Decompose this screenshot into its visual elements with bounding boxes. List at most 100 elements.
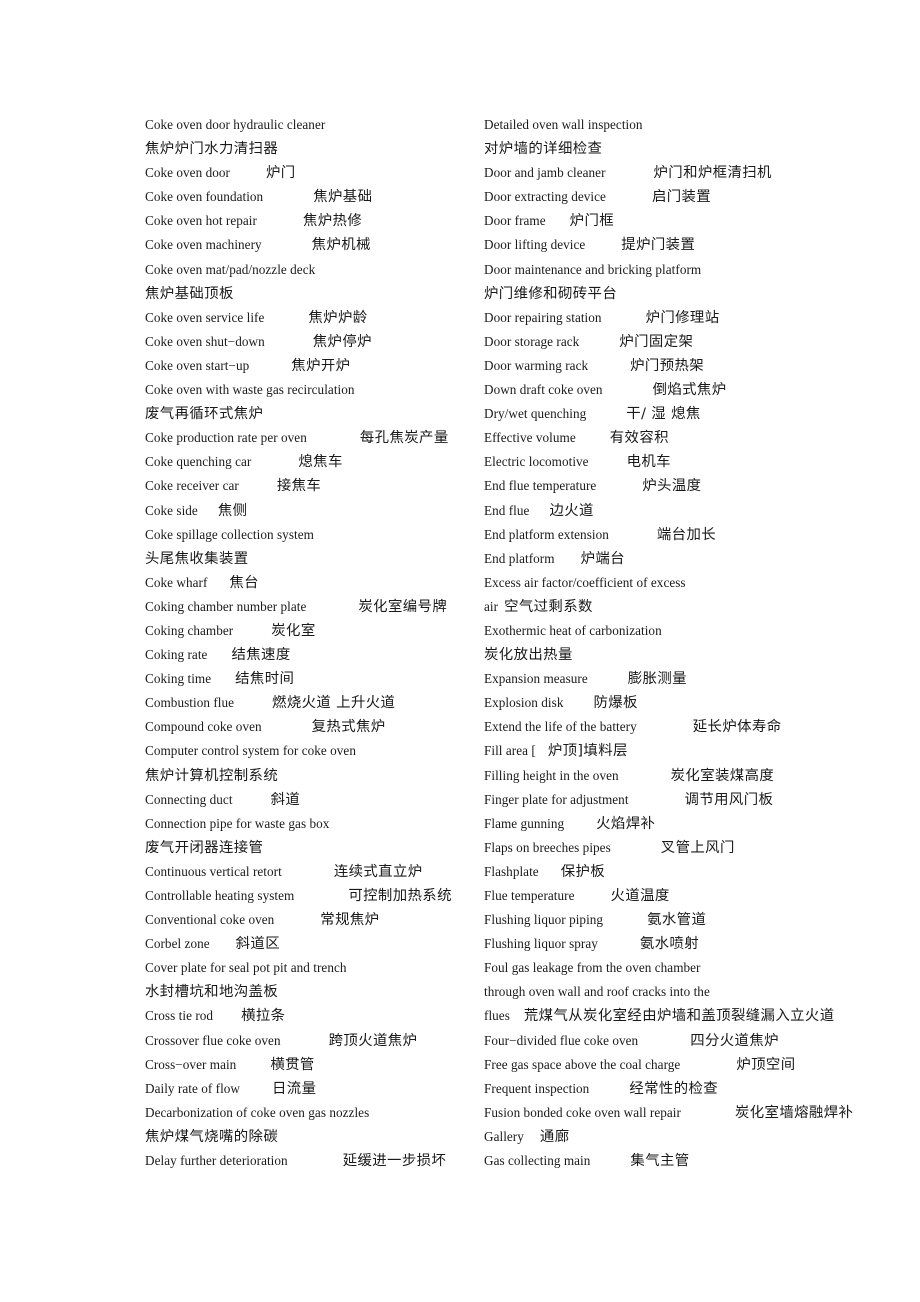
glossary-entry: through oven wall and roof cracks into t…	[484, 980, 920, 1004]
glossary-term-chinese: 复热式焦炉	[311, 719, 386, 736]
glossary-entry: Flue temperature 火道温度	[484, 884, 920, 908]
glossary-term-english: Coke oven door hydraulic cleaner	[145, 117, 326, 132]
glossary-term-chinese: 焦炉机械	[311, 237, 371, 254]
glossary-entry: Coke oven mat/pad/nozzle deck	[145, 258, 475, 282]
glossary-term-chinese: 可控制加热系统	[348, 888, 452, 904]
glossary-term-english: Decarbonization of coke oven gas nozzles	[145, 1104, 370, 1120]
glossary-entry: Door maintenance and bricking platform	[484, 258, 920, 282]
glossary-entry: Computer control system for coke oven	[145, 739, 475, 763]
glossary-term-chinese: 防爆板	[593, 695, 638, 712]
glossary-entry: 焦炉基础顶板	[145, 282, 475, 306]
glossary-term-chinese: 炉门和炉框清扫机	[653, 165, 772, 182]
glossary-term-chinese: 焦炉炉龄	[308, 309, 368, 326]
glossary-term-chinese: 焦炉煤气烧嘴的除碳	[145, 1128, 279, 1145]
glossary-term-english: End flue	[484, 502, 530, 518]
glossary-term-chinese: 炭化室墙熔融焊补	[734, 1104, 854, 1121]
glossary-term-chinese: 焦炉基础	[313, 189, 373, 206]
glossary-term-english: Expansion measure	[484, 671, 588, 687]
glossary-term-english: Down draft coke oven	[484, 382, 603, 398]
glossary-term-english: Controllable heating system	[145, 888, 295, 903]
glossary-term-chinese: 日流量	[272, 1080, 317, 1097]
glossary-entry: Gallery 通廊	[484, 1125, 920, 1149]
glossary-term-english: Door lifting device	[484, 237, 586, 253]
glossary-term-english: Door extracting device	[484, 189, 606, 205]
glossary-term-english: Coke oven hot repair	[145, 213, 257, 229]
glossary-term-chinese: 保护板	[560, 863, 606, 880]
glossary-term-chinese: 端台加长	[656, 526, 717, 543]
glossary-term-chinese: 炉门维修和砌砖平台	[484, 285, 618, 302]
glossary-entry: Coking chamber number plate 炭化室编号牌	[145, 595, 475, 619]
glossary-term-english: Extend the life of the battery	[484, 719, 637, 735]
glossary-term-chinese: 水封槽坑和地沟盖板	[145, 984, 279, 1001]
glossary-term-english: Coking rate	[145, 647, 208, 663]
glossary-term-chinese: 炭化室编号牌	[358, 598, 448, 615]
glossary-term-english: through oven wall and roof cracks into t…	[484, 984, 710, 1000]
glossary-term-chinese: 熄焦车	[298, 454, 343, 471]
glossary-term-english: Coke oven start−up	[145, 357, 250, 373]
glossary-entry: Compound coke oven 复热式焦炉	[145, 715, 475, 739]
glossary-entry: Coke oven hot repair 焦炉热修	[145, 209, 475, 233]
glossary-term-chinese: 废气开闭器连接管	[145, 839, 264, 856]
glossary-term-chinese: 焦炉停炉	[312, 333, 372, 350]
glossary-term-english: Flushing liquor spray	[484, 936, 598, 952]
glossary-term-chinese: 炉顶]填料层	[547, 743, 628, 760]
glossary-entry: Finger plate for adjustment 调节用风门板	[484, 788, 920, 812]
glossary-term-english: Filling height in the oven	[484, 767, 619, 783]
glossary-term-chinese: 经常性的检查	[629, 1080, 719, 1097]
glossary-term-english: flues	[484, 1008, 510, 1024]
glossary-term-english: Door storage rack	[484, 333, 580, 349]
glossary-term-chinese: 叉管上风门	[660, 839, 735, 856]
glossary-term-chinese: 焦台	[229, 574, 259, 591]
glossary-term-english: Fusion bonded coke oven wall repair	[484, 1104, 681, 1120]
glossary-term-english: Coke oven foundation	[145, 189, 264, 205]
glossary-term-english: Coke oven shut−down	[145, 333, 265, 349]
glossary-entry: Crossover flue coke oven 跨顶火道焦炉	[145, 1029, 475, 1053]
glossary-term-english: Flaps on breeches pipes	[484, 839, 611, 855]
glossary-entry: Door warming rack 炉门预热架	[484, 354, 920, 378]
glossary-term-chinese: 横贯管	[270, 1056, 315, 1073]
glossary-entry: Continuous vertical retort 连续式直立炉	[145, 860, 475, 884]
glossary-entry: Expansion measure 膨胀测量	[484, 667, 920, 691]
glossary-entry: Gas collecting main 集气主管	[484, 1149, 920, 1173]
glossary-term-english: Door warming rack	[484, 357, 589, 373]
glossary-entry: Door repairing station 炉门修理站	[484, 306, 920, 330]
glossary-entry: Fill area [ 炉顶]填料层	[484, 739, 920, 763]
glossary-entry: Excess air factor/coefficient of excess	[484, 571, 920, 595]
glossary-term-chinese: 斜道	[270, 791, 301, 808]
right-glossary-column: Detailed oven wall inspection 对炉墙的详细检查 Doo…	[484, 113, 920, 1173]
glossary-term-chinese: 焦炉开炉	[291, 357, 351, 374]
glossary-term-english: Coke spillage collection system	[145, 526, 314, 542]
glossary-entry: Coking time 结焦时间	[145, 667, 475, 691]
glossary-term-english: Door and jamb cleaner	[484, 165, 606, 181]
glossary-entry: Conventional coke oven 常规焦炉	[145, 908, 475, 932]
glossary-entry: Door extracting device 启门装置	[484, 185, 920, 209]
glossary-term-english: Computer control system for coke oven	[145, 743, 356, 759]
glossary-entry: Foul gas leakage from the oven chamber	[484, 956, 920, 980]
glossary-entry: Combustion flue 燃烧火道 上升火道	[145, 691, 475, 715]
glossary-term-chinese: 氨水喷射	[639, 936, 700, 953]
glossary-term-english: Frequent inspection	[484, 1080, 590, 1096]
glossary-term-chinese: 边火道	[549, 502, 594, 519]
glossary-term-chinese: 炉门框	[569, 213, 615, 230]
glossary-term-chinese: 延长炉体寿命	[692, 719, 782, 736]
glossary-entry: Coke oven foundation 焦炉基础	[145, 185, 475, 209]
glossary-term-chinese: 炉顶空间	[736, 1056, 796, 1073]
glossary-term-chinese: 斜道区	[235, 936, 281, 953]
glossary-entry: Coke side 焦侧	[145, 499, 475, 523]
glossary-term-chinese: 有效容积	[609, 430, 669, 447]
glossary-entry: Extend the life of the battery 延长炉体寿命	[484, 715, 920, 739]
glossary-term-english: Fill area [	[484, 743, 536, 759]
glossary-entry: End platform 炉端台	[484, 547, 920, 571]
glossary-term-english: Delay further deterioration	[145, 1153, 288, 1169]
glossary-term-english: Crossover flue coke oven	[145, 1032, 281, 1048]
glossary-entry: Daily rate of flow 日流量	[145, 1077, 475, 1101]
glossary-term-chinese: 炉端台	[580, 550, 625, 567]
glossary-term-chinese: 电机车	[626, 454, 671, 471]
glossary-term-english: Dry/wet quenching	[484, 406, 587, 422]
glossary-entry: Delay further deterioration 延缓进一步损坏	[145, 1149, 475, 1173]
glossary-entry: Coke oven service life 焦炉炉龄	[145, 306, 475, 330]
glossary-entry: Detailed oven wall inspection	[484, 113, 920, 137]
glossary-term-chinese: 炭化室装煤高度	[670, 767, 775, 784]
glossary-term-chinese: 炉头温度	[642, 478, 702, 495]
glossary-term-chinese: 膨胀测量	[627, 671, 687, 688]
